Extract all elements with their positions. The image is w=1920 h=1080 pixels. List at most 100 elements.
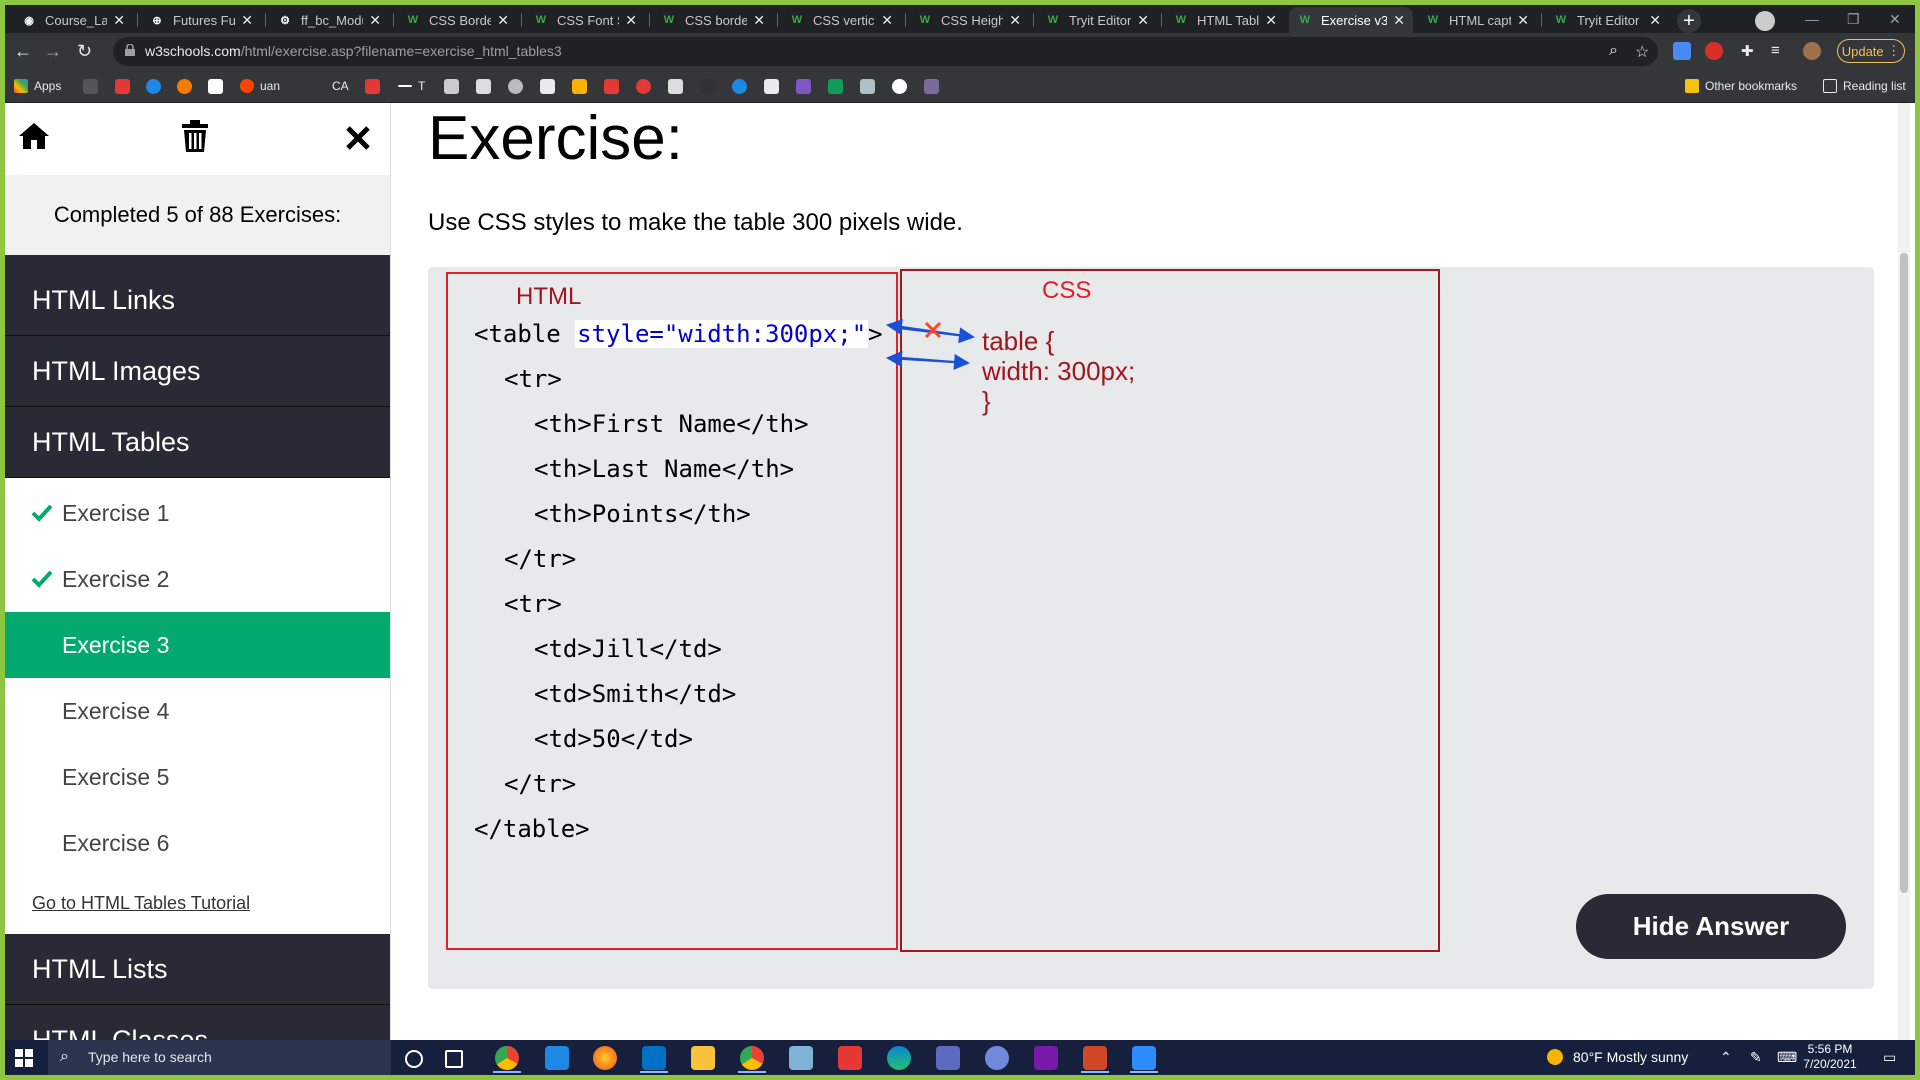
sidebar-section-classes[interactable]: HTML Classes	[5, 1005, 390, 1040]
close-icon[interactable]: ✕	[1649, 12, 1661, 29]
hide-answer-button[interactable]: Hide Answer	[1576, 894, 1846, 959]
tab[interactable]: W Tryit Editor ✕	[1545, 7, 1669, 33]
task-view-icon[interactable]	[445, 1050, 463, 1068]
notes-icon[interactable]	[789, 1046, 813, 1070]
bookmark-icon[interactable]	[764, 79, 779, 94]
taskbar-search[interactable]: ⌕ Type here to search	[48, 1040, 391, 1075]
tab[interactable]: WCSS Font St✕	[525, 7, 645, 33]
extension-icon[interactable]	[1705, 42, 1723, 60]
file-explorer-icon[interactable]	[691, 1046, 715, 1070]
tab[interactable]: WHTML captio✕	[1417, 7, 1537, 33]
close-icon[interactable]: ✕	[369, 12, 381, 29]
home-icon[interactable]	[17, 121, 51, 151]
update-button[interactable]: Update ⋮	[1837, 39, 1905, 63]
bookmark-icon[interactable]	[476, 79, 491, 94]
t-bookmark[interactable]: T	[398, 78, 425, 94]
close-icon[interactable]: ✕	[1517, 12, 1529, 29]
pen-icon[interactable]: ✎	[1750, 1049, 1762, 1066]
trash-icon[interactable]	[181, 119, 209, 153]
uan-bookmark[interactable]: uan	[240, 78, 280, 94]
sidebar-exercise-4[interactable]: Exercise 4	[5, 678, 390, 744]
bookmark-icon[interactable]	[860, 79, 875, 94]
tab[interactable]: ⊕Futures Fun✕	[141, 7, 261, 33]
reading-list[interactable]: Reading list	[1823, 78, 1906, 94]
powerpoint-icon[interactable]	[1083, 1046, 1107, 1070]
close-icon[interactable]: ✕	[1393, 12, 1405, 29]
sidebar-exercise-2[interactable]: Exercise 2	[5, 546, 390, 612]
outlook-icon[interactable]	[642, 1046, 666, 1070]
extension-icon[interactable]	[1673, 42, 1691, 60]
bookmark-icon[interactable]	[636, 79, 651, 94]
tab[interactable]: ⚙ ff_bc_Modu ✕	[269, 7, 389, 33]
tab-search-icon[interactable]	[1755, 11, 1775, 31]
bookmark-icon[interactable]	[828, 79, 843, 94]
app-icon[interactable]	[936, 1046, 960, 1070]
sidebar-section-images[interactable]: HTML Images	[5, 336, 390, 407]
clock[interactable]: 5:56 PM 7/20/2021	[1800, 1042, 1860, 1072]
edge-icon[interactable]	[887, 1046, 911, 1070]
close-window-icon[interactable]: ✕	[1889, 11, 1901, 28]
new-tab-button[interactable]: +	[1677, 9, 1701, 33]
app-icon[interactable]	[838, 1046, 862, 1070]
discord-icon[interactable]	[985, 1046, 1009, 1070]
tab[interactable]: W Tryit Editor ✕	[1037, 7, 1157, 33]
bookmark-icon[interactable]	[540, 79, 555, 94]
scrollbar[interactable]	[1898, 103, 1910, 1040]
weather-widget[interactable]: 80°F Mostly sunny	[1547, 1049, 1688, 1065]
tab[interactable]: WCSS Border✕	[397, 7, 517, 33]
bookmark-icon[interactable]	[796, 79, 811, 94]
forward-icon[interactable]: →	[44, 41, 62, 62]
bookmark-icon[interactable]	[924, 79, 939, 94]
close-icon[interactable]: ✕	[113, 12, 125, 29]
close-icon[interactable]: ✕	[241, 12, 253, 29]
bookmark-icon[interactable]	[146, 79, 161, 94]
tab-active[interactable]: W Exercise v3. ✕	[1289, 7, 1413, 33]
sidebar-exercise-1[interactable]: Exercise 1	[5, 480, 390, 546]
media-icon[interactable]: ≡	[1771, 42, 1789, 60]
chevron-up-icon[interactable]: ⌃	[1720, 1049, 1732, 1066]
notification-icon[interactable]: ▭	[1883, 1049, 1896, 1066]
firefox-icon[interactable]	[593, 1046, 617, 1070]
bookmark-icon[interactable]	[508, 79, 523, 94]
back-icon[interactable]: ←	[14, 41, 32, 62]
close-icon[interactable]: ✕	[1137, 12, 1149, 29]
other-bookmarks[interactable]: Other bookmarks	[1685, 78, 1797, 94]
close-icon[interactable]: ✕	[881, 12, 893, 29]
style-attribute[interactable]: style="width:300px;"	[575, 320, 869, 348]
bookmark-icon[interactable]	[444, 79, 459, 94]
ca-bookmark[interactable]: CA	[332, 78, 349, 94]
sidebar-section-links[interactable]: HTML Links	[5, 265, 390, 336]
bookmark-icon[interactable]	[700, 79, 715, 94]
chrome-icon[interactable]	[740, 1046, 764, 1070]
tab[interactable]: WCSS vertical✕	[781, 7, 901, 33]
zoom-icon[interactable]: ⌕	[1609, 42, 1618, 60]
bookmark-icon[interactable]	[177, 79, 192, 94]
sidebar-section-lists[interactable]: HTML Lists	[5, 934, 390, 1005]
close-icon[interactable]: ✕	[1009, 12, 1021, 29]
bookmark-icon[interactable]	[892, 79, 907, 94]
puzzle-icon[interactable]: ✚	[1741, 42, 1759, 60]
avatar[interactable]	[1803, 42, 1821, 60]
zoom-app-icon[interactable]	[1132, 1046, 1156, 1070]
close-icon[interactable]: ✕	[753, 12, 765, 29]
mail-icon[interactable]	[545, 1046, 569, 1070]
apps-bookmark[interactable]: Apps	[14, 78, 61, 94]
bookmark-icon[interactable]	[83, 79, 98, 94]
bookmark-icon[interactable]	[208, 79, 223, 94]
tutorial-link[interactable]: Go to HTML Tables Tutorial	[32, 893, 250, 914]
close-icon[interactable]	[345, 125, 371, 151]
tab[interactable]: ◉Course_Lan✕	[13, 7, 133, 33]
close-icon[interactable]: ✕	[625, 12, 637, 29]
bookmark-icon[interactable]	[572, 79, 587, 94]
close-icon[interactable]: ✕	[497, 12, 509, 29]
sidebar-section-tables[interactable]: HTML Tables	[5, 407, 390, 478]
tab[interactable]: W CSS border ✕	[653, 7, 773, 33]
tab[interactable]: W CSS Height ✕	[909, 7, 1029, 33]
address-bar[interactable]: w3schools.com/html/exercise.asp?filename…	[113, 37, 1658, 66]
cortana-icon[interactable]	[405, 1050, 423, 1068]
close-icon[interactable]: ✕	[1265, 12, 1277, 29]
onenote-icon[interactable]	[1034, 1046, 1058, 1070]
restore-icon[interactable]: ❐	[1847, 11, 1860, 28]
bookmark-icon[interactable]	[668, 79, 683, 94]
bookmark-icon[interactable]	[365, 79, 380, 94]
